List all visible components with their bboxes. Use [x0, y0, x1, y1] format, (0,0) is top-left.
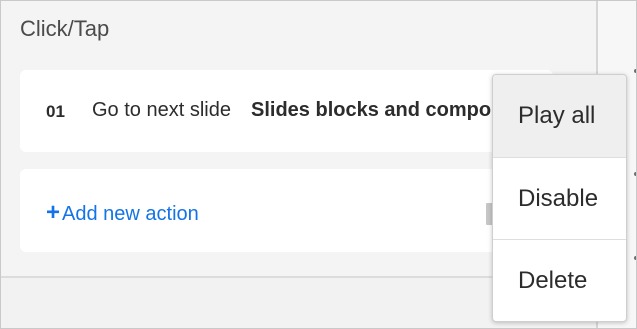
section-title: Click/Tap	[20, 16, 110, 41]
plus-icon: +	[46, 199, 61, 226]
menu-item-disable[interactable]: Disable	[493, 158, 626, 240]
menu-item-label: Play all	[518, 102, 596, 129]
app-frame: Click/Tap 01 Go to next slide Slides blo…	[0, 0, 637, 329]
add-action-card: + Add new action	[20, 169, 553, 252]
action-target: Slides blocks and compo	[251, 99, 492, 121]
add-new-action-label: Add new action	[62, 203, 199, 225]
action-index: 01	[46, 102, 65, 121]
menu-item-label: Delete	[518, 267, 588, 294]
menu-item-delete[interactable]: Delete	[493, 240, 626, 321]
menu-item-play-all[interactable]: Play all	[493, 75, 626, 157]
action-description: Go to next slide	[92, 99, 231, 121]
context-menu: Play all Disable Delete	[492, 74, 627, 322]
add-new-action-link[interactable]: + Add new action	[46, 199, 199, 227]
action-card[interactable]: 01 Go to next slide Slides blocks and co…	[20, 70, 553, 152]
menu-item-label: Disable	[518, 185, 599, 212]
